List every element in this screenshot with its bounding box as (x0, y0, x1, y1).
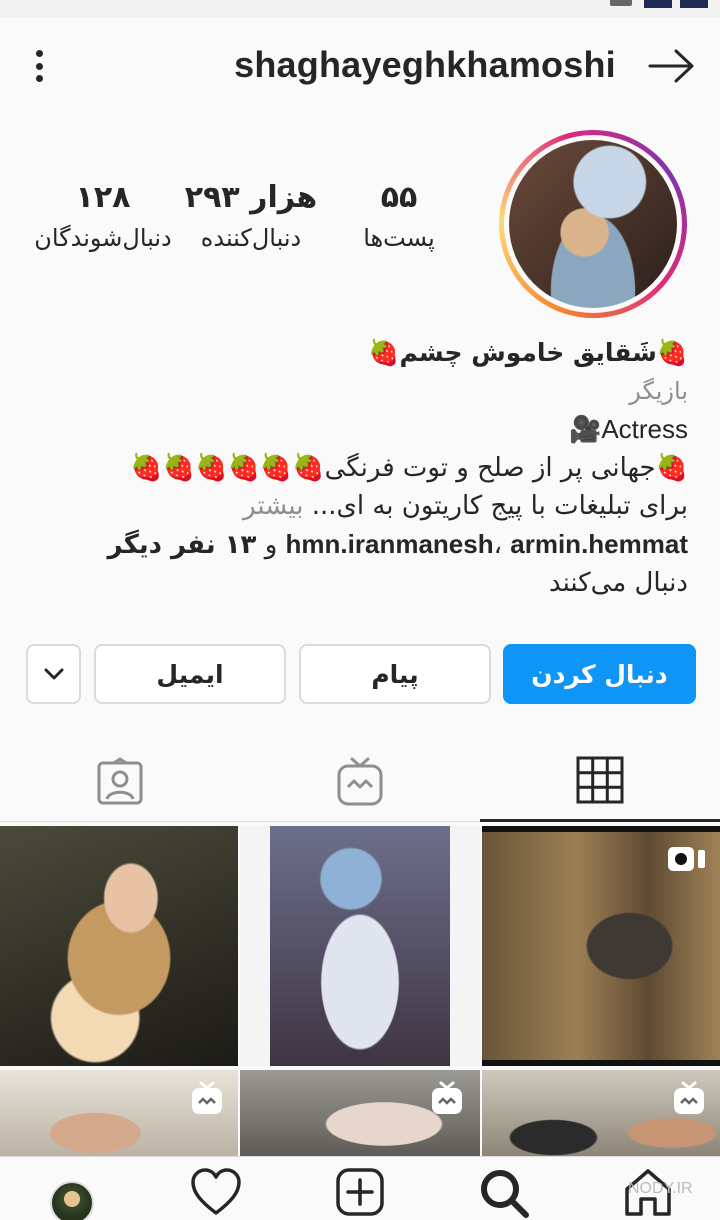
tab-igtv[interactable] (240, 740, 480, 822)
profile-bio: 🍓شَقایق خاموش چشم🍓 بازیگر Actress🎥 🍓جهان… (60, 334, 688, 602)
status-icon (610, 0, 632, 6)
posts-value: ۵۵ (380, 180, 418, 215)
email-button[interactable]: ایمیل (94, 644, 286, 704)
post-thumbnail[interactable] (482, 1070, 720, 1156)
nav-activity[interactable] (186, 1167, 246, 1220)
nav-profile[interactable] (42, 1167, 102, 1220)
following-count[interactable]: ۱۲۸ دنبال‌شوندگان (18, 180, 188, 252)
post-thumbnail[interactable] (0, 826, 238, 1066)
strawberry-emoji: 🍓 (655, 453, 688, 483)
bio-peace-line: 🍓جهانی پر از صلح و توت فرنگی🍓🍓🍓🍓🍓🍓 (60, 449, 688, 487)
followers-value: ۲۹۳ هزار (184, 180, 318, 215)
search-icon (481, 1170, 529, 1218)
followed-by-user[interactable]: armin.hemmat (510, 529, 688, 559)
following-value: ۱۲۸ (75, 180, 131, 215)
following-label: دنبال‌شوندگان (34, 224, 172, 252)
movie-camera-emoji: 🎥 (568, 415, 602, 445)
video-camera-icon (668, 847, 705, 871)
profile-tabs (0, 740, 720, 822)
bio-more-link[interactable]: بیشتر (243, 491, 303, 521)
profile-header: shaghayeghkhamoshi (0, 18, 720, 116)
tagged-person-icon (97, 757, 143, 805)
nav-search[interactable] (474, 1167, 534, 1220)
bottom-navigation (0, 1156, 720, 1220)
igtv-icon (337, 757, 383, 806)
igtv-icon (674, 1081, 704, 1114)
bio-ads-text: برای تبلیغات با پیج کاریتون به ای... (311, 491, 688, 521)
post-thumbnail[interactable] (240, 1070, 480, 1156)
avatar-photo (509, 140, 677, 308)
separator: ، (493, 530, 502, 560)
profile-category: بازیگر (629, 377, 688, 405)
chevron-down-icon (44, 668, 63, 680)
bio-name-line: 🍓شَقایق خاموش چشم🍓 (60, 334, 688, 372)
posts-count[interactable]: ۵۵ پست‌ها (314, 180, 484, 252)
nav-new-post[interactable] (330, 1167, 390, 1220)
bio-actress-line: Actress🎥 (60, 410, 688, 449)
posts-grid (0, 826, 720, 1156)
add-post-icon (336, 1168, 384, 1216)
followed-by[interactable]: hmn.iranmanesh، armin.hemmat و ۱۳ نفر دی… (60, 525, 688, 602)
profile-username: shaghayeghkhamoshi (234, 44, 616, 85)
follow-button[interactable]: دنبال کردن (503, 644, 696, 704)
strawberry-emoji: 🍓 (368, 338, 400, 367)
strawberry-emoji: 🍓 (656, 338, 688, 367)
status-bar (0, 0, 720, 18)
bio-actress-text: Actress (601, 414, 688, 444)
bio-peace-text: جهانی پر از صلح و توت فرنگی (324, 453, 656, 483)
tab-grid[interactable] (480, 740, 720, 822)
followed-by-suffix: دنبال می‌کنند (548, 568, 688, 598)
followed-by-and: و (264, 530, 278, 560)
followers-count[interactable]: ۲۹۳ هزار دنبال‌کننده (166, 180, 336, 252)
post-thumbnail[interactable] (240, 826, 480, 1066)
arrow-right-icon[interactable] (644, 46, 700, 86)
followed-by-user[interactable]: hmn.iranmanesh (286, 529, 494, 559)
igtv-icon (192, 1081, 222, 1114)
status-icon (644, 0, 672, 8)
message-button[interactable]: پیام (299, 644, 491, 704)
posts-label: پست‌ها (363, 224, 435, 252)
post-thumbnail[interactable] (482, 826, 720, 1066)
suggested-dropdown-button[interactable] (26, 644, 81, 704)
followers-label: دنبال‌کننده (200, 224, 302, 252)
post-thumbnail[interactable] (0, 1070, 238, 1156)
bio-ads-line: برای تبلیغات با پیج کاریتون به ای... بیش… (60, 487, 688, 525)
watermark-text: NODY.IR (628, 1180, 693, 1197)
tab-tagged[interactable] (0, 740, 240, 822)
options-menu-icon[interactable] (26, 46, 52, 86)
igtv-icon (432, 1081, 462, 1114)
profile-avatar[interactable] (499, 130, 687, 318)
strawberry-emoji-row: 🍓🍓🍓🍓🍓🍓 (130, 453, 325, 483)
profile-avatar-icon (50, 1181, 94, 1220)
grid-icon (576, 756, 624, 803)
followed-by-others[interactable]: ۱۳ نفر دیگر (108, 530, 257, 560)
profile-full-name: شَقایق خاموش چشم (399, 338, 657, 367)
status-icon (680, 0, 708, 8)
heart-icon (191, 1168, 241, 1215)
